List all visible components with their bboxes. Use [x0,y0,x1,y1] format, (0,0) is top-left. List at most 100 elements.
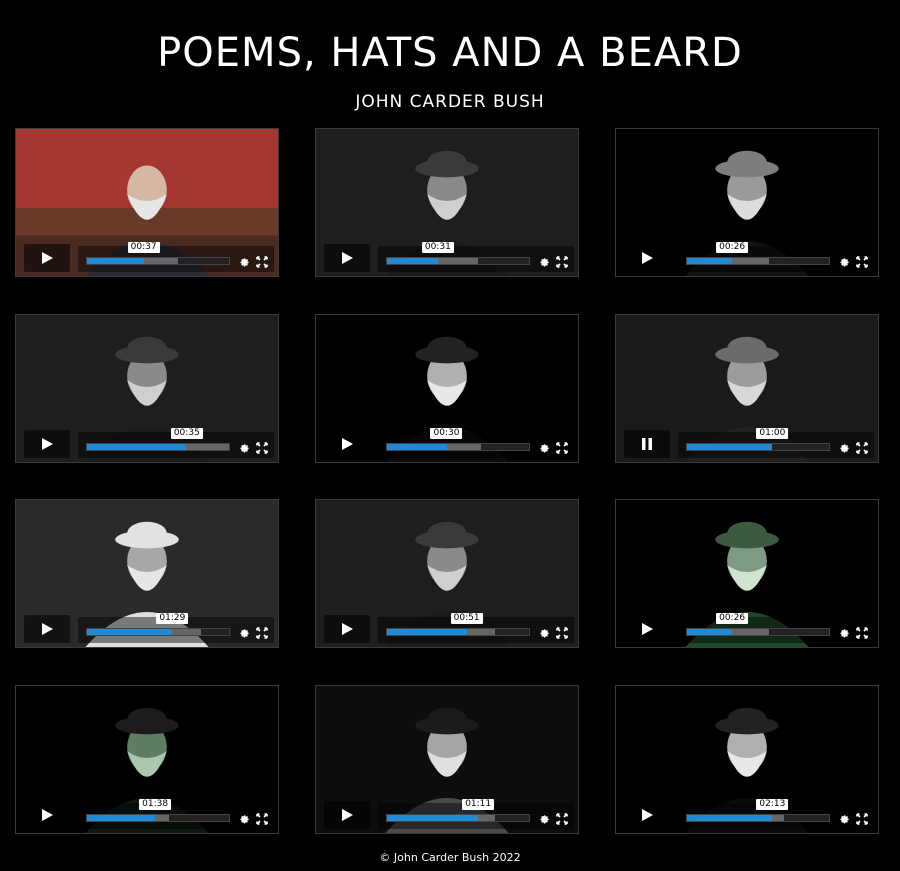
play-button[interactable] [324,430,370,458]
play-button[interactable] [324,615,370,643]
fullscreen-icon[interactable] [556,810,568,825]
progress-bar[interactable] [386,257,530,265]
time-tooltip: 00:35 [170,428,203,439]
settings-gear-icon[interactable] [838,624,850,638]
play-button[interactable] [24,244,70,272]
time-tooltip: 01:38 [139,799,172,810]
settings-gear-icon[interactable] [838,439,850,453]
video-controls: 00:30 [316,422,578,462]
control-bar: 01:29 [78,613,274,643]
time-tooltip: 01:11 [462,799,495,810]
time-tooltip: 02:13 [756,799,789,810]
settings-gear-icon[interactable] [538,253,550,267]
settings-gear-icon[interactable] [838,253,850,267]
play-button[interactable] [624,615,670,643]
video-player[interactable]: 00:37 [15,128,279,277]
control-bar: 01:11 [378,799,574,829]
time-tooltip: 00:30 [430,428,463,439]
time-tooltip: 01:00 [756,428,789,439]
progress-played [687,258,733,264]
progress-bar[interactable] [86,443,230,451]
control-bar: 00:31 [378,242,574,272]
progress-played [87,444,187,450]
play-button[interactable] [24,615,70,643]
progress-bar[interactable] [686,443,830,451]
video-controls: 02:13 [616,793,878,833]
settings-gear-icon[interactable] [238,810,250,824]
video-controls: 01:38 [16,793,278,833]
time-tooltip: 01:29 [156,613,189,624]
progress-played [387,629,467,635]
play-button[interactable] [24,430,70,458]
fullscreen-icon[interactable] [556,624,568,639]
progress-bar[interactable] [686,814,830,822]
control-bar: 00:51 [378,613,574,643]
progress-played [87,258,144,264]
progress-bar[interactable] [686,628,830,636]
settings-gear-icon[interactable] [538,810,550,824]
page-subtitle: JOHN CARDER BUSH [355,92,545,112]
progress-bar[interactable] [86,814,230,822]
play-button[interactable] [324,801,370,829]
progress-bar[interactable] [386,814,530,822]
pause-button[interactable] [624,430,670,458]
time-tooltip: 00:26 [716,242,749,253]
control-bar: 01:00 [678,428,874,458]
progress-bar[interactable] [86,628,230,636]
video-grid: 00:37 00:31 00:26 00:35 00:30 01:00 01:29 00:51… [15,128,881,834]
progress-played [87,815,156,821]
fullscreen-icon[interactable] [556,253,568,268]
video-player[interactable]: 01:11 [315,685,579,834]
video-controls: 00:26 [616,607,878,647]
video-player[interactable]: 01:38 [15,685,279,834]
progress-bar[interactable] [686,257,830,265]
play-button[interactable] [624,801,670,829]
play-button[interactable] [24,801,70,829]
video-player[interactable]: 01:29 [15,499,279,648]
fullscreen-icon[interactable] [856,253,868,268]
settings-gear-icon[interactable] [538,624,550,638]
fullscreen-icon[interactable] [856,624,868,639]
fullscreen-icon[interactable] [256,624,268,639]
video-player[interactable]: 00:26 [615,499,879,648]
time-tooltip: 00:26 [716,613,749,624]
video-controls: 00:35 [16,422,278,462]
settings-gear-icon[interactable] [538,439,550,453]
control-bar: 01:38 [78,799,274,829]
video-player[interactable]: 00:30 [315,314,579,463]
video-player[interactable]: 00:35 [15,314,279,463]
progress-played [387,444,447,450]
video-player[interactable]: 00:51 [315,499,579,648]
settings-gear-icon[interactable] [238,624,250,638]
video-player[interactable]: 00:26 [615,128,879,277]
progress-bar[interactable] [386,443,530,451]
control-bar: 00:35 [78,428,274,458]
video-player[interactable]: 01:00 [615,314,879,463]
settings-gear-icon[interactable] [238,439,250,453]
progress-played [87,629,173,635]
control-bar: 00:30 [378,428,574,458]
fullscreen-icon[interactable] [856,439,868,454]
video-player[interactable]: 00:31 [315,128,579,277]
settings-gear-icon[interactable] [838,810,850,824]
fullscreen-icon[interactable] [256,253,268,268]
footer-copyright: © John Carder Bush 2022 [379,851,521,864]
progress-bar[interactable] [386,628,530,636]
progress-bar[interactable] [86,257,230,265]
settings-gear-icon[interactable] [238,253,250,267]
progress-played [687,629,733,635]
fullscreen-icon[interactable] [256,810,268,825]
video-player[interactable]: 02:13 [615,685,879,834]
play-button[interactable] [324,244,370,272]
video-controls: 01:11 [316,793,578,833]
play-button[interactable] [624,244,670,272]
progress-played [387,815,478,821]
time-tooltip: 00:37 [127,242,160,253]
video-controls: 01:29 [16,607,278,647]
video-controls: 00:51 [316,607,578,647]
control-bar: 02:13 [678,799,874,829]
control-bar: 00:26 [678,242,874,272]
fullscreen-icon[interactable] [556,439,568,454]
fullscreen-icon[interactable] [856,810,868,825]
fullscreen-icon[interactable] [256,439,268,454]
